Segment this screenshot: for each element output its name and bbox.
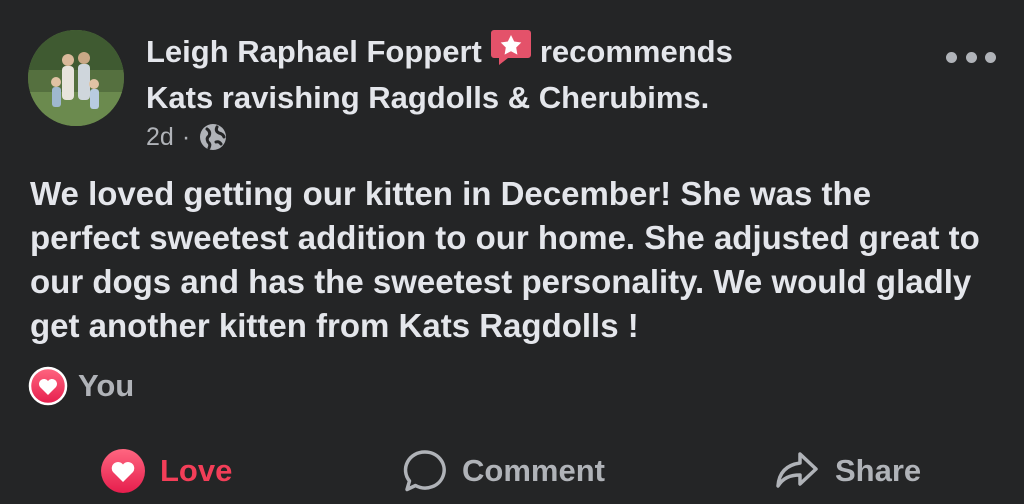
- comment-button[interactable]: Comment: [402, 448, 605, 494]
- post-body-text: We loved getting our kitten in December!…: [30, 175, 980, 344]
- dot-icon: [965, 51, 977, 63]
- author-name[interactable]: Leigh Raphael Foppert: [146, 34, 482, 69]
- share-button[interactable]: Share: [773, 448, 921, 494]
- comment-bubble-icon: [403, 450, 446, 492]
- globe-icon: [200, 124, 227, 150]
- more-options-button[interactable]: [946, 42, 996, 72]
- recommends-text: recommends: [539, 34, 733, 69]
- heart-love-icon: [101, 449, 145, 493]
- post-header: Leigh Raphael Foppert recommends Kats rav…: [146, 28, 906, 121]
- reactions-label: You: [78, 368, 135, 403]
- action-bar: Love Comment Share: [0, 440, 1024, 500]
- heart-love-icon: [28, 366, 68, 406]
- love-button[interactable]: Love: [100, 448, 232, 494]
- love-label: Love: [160, 453, 233, 488]
- recommends-badge-icon: [490, 28, 532, 66]
- timestamp[interactable]: 2d: [146, 123, 174, 152]
- reactions-summary[interactable]: You: [28, 366, 134, 406]
- share-arrow-icon: [776, 452, 818, 488]
- dot-icon: [985, 51, 996, 63]
- family-photo-image: [28, 30, 124, 126]
- post-meta: 2d ·: [146, 122, 228, 152]
- dot-icon: [946, 51, 957, 63]
- page-name-link[interactable]: Kats ravishing Ragdolls & Cherubims.: [146, 80, 709, 115]
- meta-separator: ·: [181, 122, 191, 151]
- author-avatar[interactable]: [28, 30, 124, 126]
- share-label: Share: [835, 453, 922, 488]
- post-card: Leigh Raphael Foppert recommends Kats rav…: [0, 0, 1024, 504]
- comment-label: Comment: [462, 453, 605, 488]
